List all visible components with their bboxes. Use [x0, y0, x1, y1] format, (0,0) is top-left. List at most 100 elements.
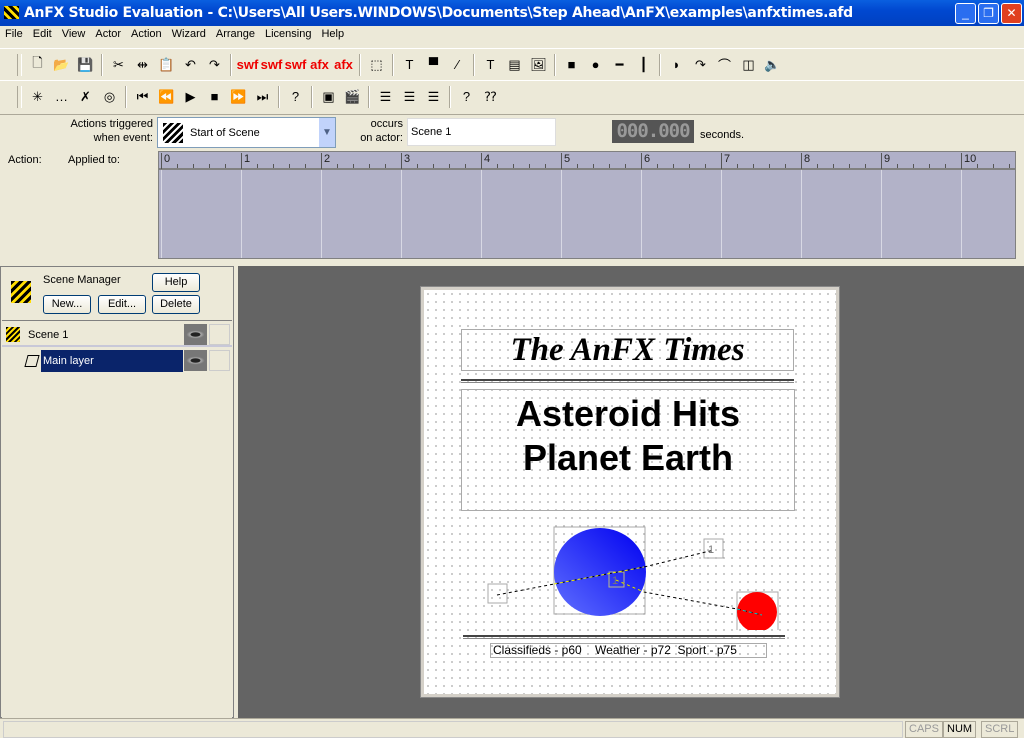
- menu-actor[interactable]: Actor: [90, 26, 126, 44]
- lock-toggle[interactable]: [209, 324, 230, 345]
- play-icon[interactable]: ▶: [179, 85, 202, 108]
- export-afx-icon[interactable]: afx: [308, 53, 331, 76]
- scene-manager-title: Scene Manager: [43, 274, 121, 286]
- line-callout-icon[interactable]: ⁄: [446, 53, 469, 76]
- redo-icon[interactable]: ↷: [203, 53, 226, 76]
- rewind-icon[interactable]: ⏪: [155, 85, 178, 108]
- text-icon[interactable]: T: [479, 53, 502, 76]
- vline-icon[interactable]: ┃: [632, 53, 655, 76]
- actor-field[interactable]: Scene 1: [407, 118, 556, 146]
- resize-icon[interactable]: ⬚: [365, 53, 388, 76]
- bezier-icon[interactable]: ⌒: [713, 53, 736, 76]
- headline-actor[interactable]: Asteroid Hits Planet Earth: [461, 389, 795, 511]
- delete-scene-button[interactable]: Delete: [152, 295, 200, 314]
- toolbar-grip[interactable]: [17, 53, 22, 76]
- new-action-icon[interactable]: ✳: [26, 85, 49, 108]
- end-marker-label: 1: [708, 544, 714, 556]
- center-marker-label: 1: [612, 575, 618, 587]
- align-right-icon[interactable]: ☰: [422, 85, 445, 108]
- timeline-ruler[interactable]: 0 1 2 3 4 5 6 7 8 9 10: [158, 151, 1016, 169]
- export-swf3-icon[interactable]: swf: [284, 53, 307, 76]
- new-scene-button[interactable]: New...: [43, 295, 91, 314]
- menu-wizard[interactable]: Wizard: [167, 26, 211, 44]
- text-tool-icon[interactable]: T: [398, 53, 421, 76]
- clapper-icon[interactable]: 🎬: [341, 85, 364, 108]
- new-icon[interactable]: 🗋: [26, 53, 49, 76]
- mirror-icon[interactable]: ⇹: [131, 53, 154, 76]
- paste-icon[interactable]: 📋: [155, 53, 178, 76]
- export-swf-icon[interactable]: swf: [236, 53, 259, 76]
- check-action-icon[interactable]: ?: [284, 85, 307, 108]
- path-icon[interactable]: ↷: [689, 53, 712, 76]
- toolbar-grip[interactable]: [17, 85, 22, 108]
- cut-icon[interactable]: ✂: [107, 53, 130, 76]
- align-left-icon[interactable]: ☰: [374, 85, 397, 108]
- layers-icon[interactable]: ◫: [737, 53, 760, 76]
- rectangle-icon[interactable]: ■: [560, 53, 583, 76]
- open-icon[interactable]: 📂: [50, 53, 73, 76]
- timeline-gridline: [961, 170, 962, 258]
- menu-action[interactable]: Action: [126, 26, 167, 44]
- toolbar-separator: [473, 53, 475, 76]
- toolbar-actions: ✳… ✗ ◎ ⏮ ⏪ ▶ ■ ⏩ ⏭? ▣ 🎬 ☰ ☰ ☰? ⁇: [0, 80, 1024, 112]
- stop-icon[interactable]: ■: [203, 85, 226, 108]
- timeline-tick: 7: [721, 153, 730, 169]
- target-icon[interactable]: ◎: [98, 85, 121, 108]
- align-center-icon[interactable]: ☰: [398, 85, 421, 108]
- help-button[interactable]: Help: [152, 273, 200, 292]
- footer-actor[interactable]: Classifieds - p60 Weather - p72 Sport - …: [490, 643, 767, 658]
- timeline-tracks[interactable]: [158, 169, 1016, 259]
- layer-label: Main layer: [41, 350, 183, 372]
- menu-licensing[interactable]: Licensing: [260, 26, 316, 44]
- first-icon[interactable]: ⏮: [131, 85, 154, 108]
- export-afx2-icon[interactable]: afx: [332, 53, 355, 76]
- circle-icon[interactable]: ●: [584, 53, 607, 76]
- title-bar: AnFX Studio Evaluation - C:\Users\All Us…: [0, 0, 1024, 26]
- menu-help[interactable]: Help: [316, 26, 349, 44]
- event-select[interactable]: Start of Scene ▼: [157, 117, 336, 148]
- save-icon[interactable]: 💾: [74, 53, 97, 76]
- masthead-text: The AnFX Times: [510, 332, 745, 368]
- action-list-icon[interactable]: …: [50, 85, 73, 108]
- export-swf2-icon[interactable]: swf: [260, 53, 283, 76]
- timeline-gridline: [721, 170, 722, 258]
- list-item-layer[interactable]: Main layer: [2, 349, 232, 373]
- help-icon[interactable]: ?: [455, 85, 478, 108]
- fast-forward-icon[interactable]: ⏩: [227, 85, 250, 108]
- headline-line-2: Planet Earth: [522, 437, 734, 478]
- toolbar-separator: [359, 53, 361, 76]
- delete-action-icon[interactable]: ✗: [74, 85, 97, 108]
- chevron-down-icon[interactable]: ▼: [319, 118, 335, 147]
- minimize-button[interactable]: _: [955, 3, 976, 24]
- eye-icon[interactable]: [184, 350, 207, 371]
- last-icon[interactable]: ⏭: [251, 85, 274, 108]
- list-item-scene[interactable]: Scene 1: [2, 323, 232, 347]
- earth-circle: [737, 592, 777, 630]
- menu-arrange[interactable]: Arrange: [211, 26, 260, 44]
- eye-icon[interactable]: [184, 324, 207, 345]
- menu-file[interactable]: File: [0, 26, 28, 44]
- menu-edit[interactable]: Edit: [28, 26, 57, 44]
- menu-view[interactable]: View: [57, 26, 91, 44]
- list-icon[interactable]: ▤: [503, 53, 526, 76]
- stage[interactable]: The AnFX Times Asteroid Hits Planet Eart…: [420, 286, 840, 698]
- asteroid-circle: [554, 528, 646, 616]
- timeline-gridline: [481, 170, 482, 258]
- lock-toggle[interactable]: [209, 350, 230, 371]
- hline-icon[interactable]: ━: [608, 53, 631, 76]
- sound-icon[interactable]: 🔈: [761, 53, 784, 76]
- edit-scene-button[interactable]: Edit...: [98, 295, 146, 314]
- context-help-icon[interactable]: ⁇: [479, 85, 502, 108]
- callout-icon[interactable]: ▀: [422, 53, 445, 76]
- close-button[interactable]: ✕: [1001, 3, 1022, 24]
- film-icon[interactable]: ▣: [317, 85, 340, 108]
- app-icon: [4, 6, 19, 19]
- shape-icon[interactable]: ◗: [665, 53, 688, 76]
- masthead-actor[interactable]: The AnFX Times: [461, 329, 794, 371]
- timeline-tick: 5: [561, 153, 570, 169]
- undo-icon[interactable]: ↶: [179, 53, 202, 76]
- maximize-button[interactable]: ❐: [978, 3, 999, 24]
- event-value: Start of Scene: [190, 127, 260, 139]
- picture-icon[interactable]: 🖼: [527, 53, 550, 76]
- scrl-indicator: SCRL: [981, 721, 1019, 738]
